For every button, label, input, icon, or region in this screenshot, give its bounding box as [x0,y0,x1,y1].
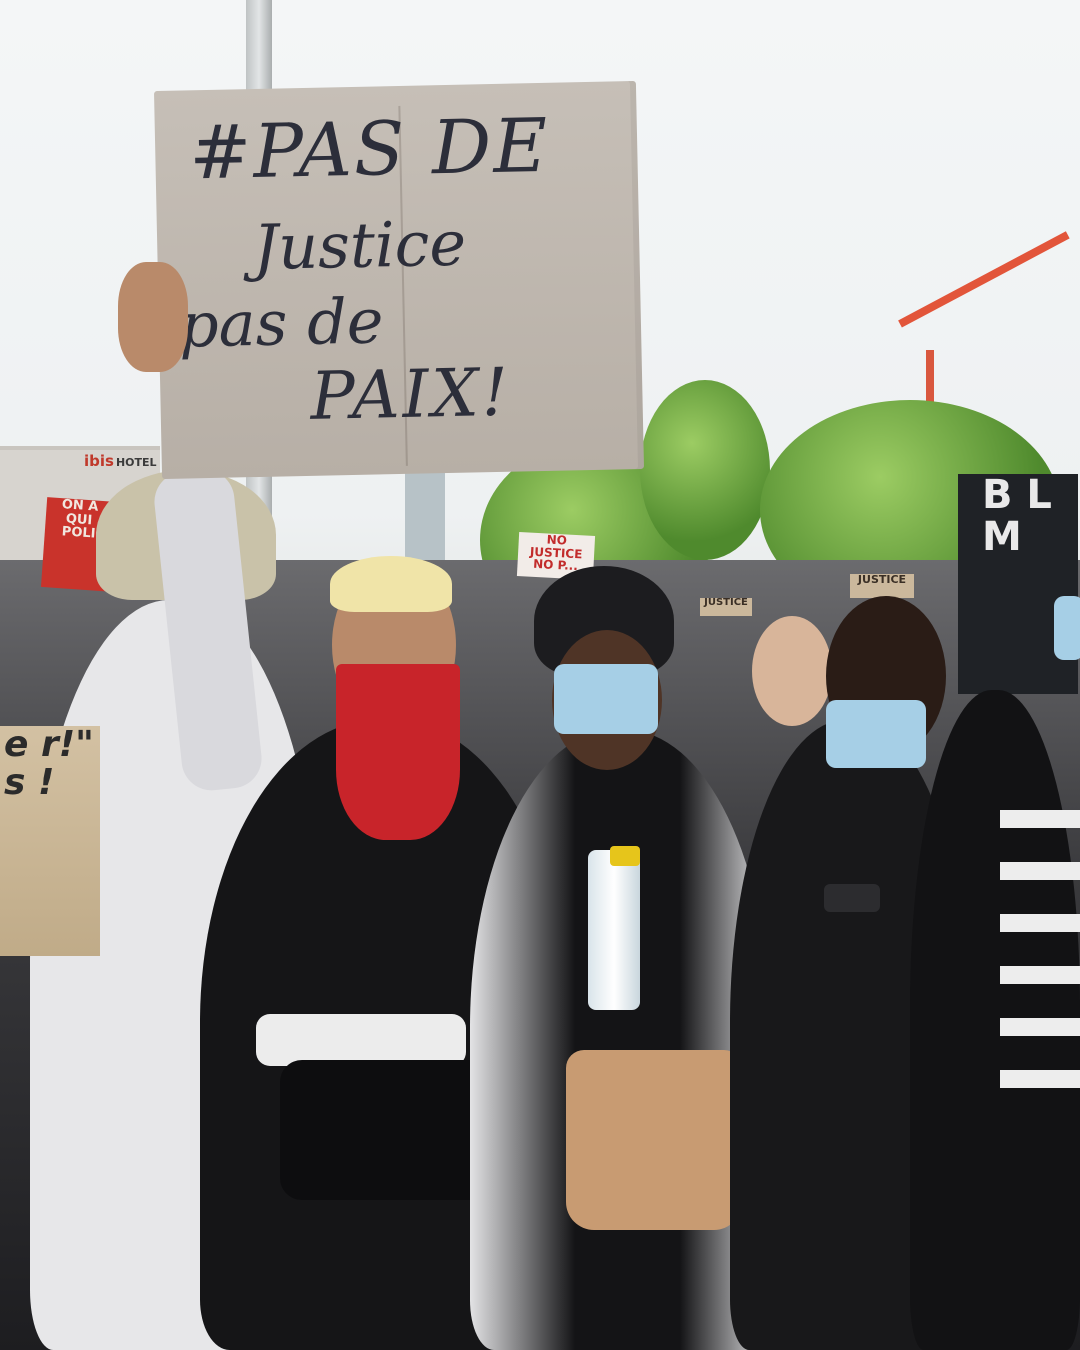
shirt-stripe [1000,862,1080,880]
phone [824,884,880,912]
water-bottle [588,850,640,1010]
justice-sign-small: JUSTICE [700,598,752,616]
sign-line-4: PAIX! [309,353,512,435]
hand [118,262,188,372]
tree [640,380,770,560]
hotel-sign: ibis HOTEL [84,452,157,470]
justice-sign: JUSTICE [850,574,914,598]
sign-line-3: pas de [178,284,385,362]
bottle-cap [610,846,640,866]
blm-sign: B L M [958,474,1078,694]
surgical-mask [1054,596,1080,660]
shirt-stripe [1000,1018,1080,1036]
person-turban [470,730,770,1350]
surgical-mask [554,664,658,734]
tan-shoulder-bag [566,1050,742,1230]
crane-arm [898,231,1070,328]
shirt-stripe [1000,810,1080,828]
face [752,616,832,726]
bleached-hair [330,556,452,612]
main-protest-sign: #PAS DE Justice pas de PAIX! [153,80,645,480]
shirt-stripe [1000,1070,1080,1088]
surgical-mask [826,700,926,768]
photo-scene: ibis HOTEL ON A ... QUI ... POLICE NO JUS… [0,0,1080,1350]
white-waistband [256,1014,466,1066]
red-bandana [336,664,460,840]
handheld-cardboard-sign: e r!" s ! [0,726,100,956]
hotel-word: HOTEL [115,456,157,469]
shirt-stripe [1000,966,1080,984]
hotel-brand: ibis [84,452,114,470]
sign-line-1: #PAS DE [188,102,551,197]
shirt-stripe [1000,914,1080,932]
sign-line-2: Justice [252,206,467,285]
